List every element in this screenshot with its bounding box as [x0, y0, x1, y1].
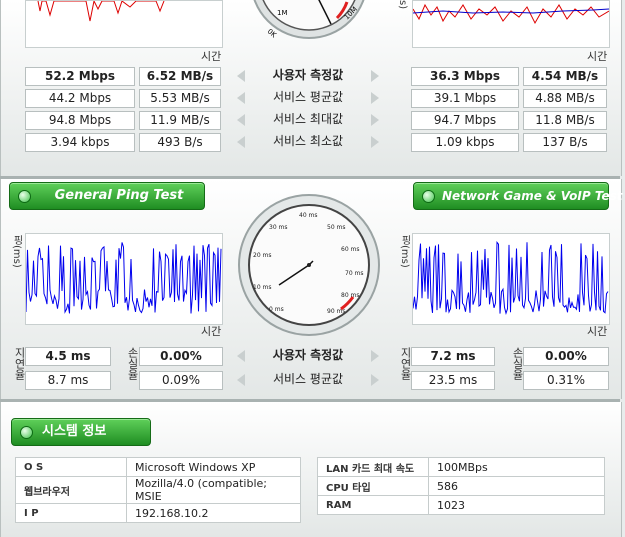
ping-left-loss-label: 손실율	[126, 347, 139, 380]
table-row: 웹브라우저 Mozilla/4.0 (compatible; MSIE	[15, 476, 301, 504]
browser-key: 웹브라우저	[15, 476, 127, 504]
ping-gauge-tick-40: 40 ms	[299, 212, 318, 219]
ping-gauge-tick-0: 0 ms	[269, 306, 284, 313]
general-ping-test-label: General Ping Test	[54, 188, 184, 203]
speed-gauge-svg: 0K 1M 10M	[253, 0, 365, 40]
speed-gauge-label-1m: 1M	[277, 9, 288, 17]
ping-right-latency-avg: 23.5 ms	[411, 371, 495, 390]
ping-right-latency-user: 7.2 ms	[411, 347, 495, 366]
ping-left-loss-avg: 0.09%	[139, 371, 223, 390]
speed-plot-left	[25, 0, 223, 48]
speed-left-max-mbs: 11.9 MB/s	[139, 111, 221, 130]
speed-left-min-mbs: 493 B/s	[139, 133, 221, 152]
table-row: O S Microsoft Windows XP	[15, 457, 301, 477]
cpu-value: 586	[428, 476, 605, 496]
speed-left-min-mbps: 3.94 kbps	[25, 133, 135, 152]
os-key: O S	[15, 457, 127, 477]
speed-label-min: 서비스 최소값	[237, 133, 379, 150]
ip-key: I P	[15, 503, 127, 523]
system-info-button[interactable]: 시스템 정보	[11, 418, 151, 446]
ping-gauge-tick-20: 20 ms	[253, 252, 272, 259]
table-row: CPU 타입 586	[317, 476, 605, 496]
ping-gauge-tick-70: 70 ms	[345, 270, 364, 277]
ping-left-latency-avg: 8.7 ms	[25, 371, 111, 390]
ping-trace-line	[412, 241, 609, 315]
speed-left-user-mbs: 6.52 MB/s	[139, 67, 221, 86]
lan-speed-key: LAN 카드 최대 속도	[317, 457, 429, 477]
ping-bullet-icon	[18, 190, 31, 203]
speed-left-avg-mbs: 5.53 MB/s	[139, 89, 221, 108]
speed-plot-right-svg	[412, 3, 610, 25]
table-row: I P 192.168.10.2	[15, 503, 301, 523]
ping-gauge-tick-50: 50 ms	[327, 224, 346, 231]
speed-section: 시간 s) 시간 0K 1M 10M 52.2 Mbps 6.52 MB/s 4…	[0, 0, 622, 176]
system-info-section: 시스템 정보 O S Microsoft Windows XP 웹브라우저 Mo…	[0, 402, 622, 537]
speed-plot-left-svg	[37, 0, 165, 22]
system-info-table-right: LAN 카드 최대 속도 100MBps CPU 타입 586 RAM 1023	[317, 457, 605, 515]
ping-time-label-left: 시간	[201, 325, 222, 338]
speed-label-avg: 서비스 평균값	[237, 89, 379, 106]
speed-gauge-label-0k: 0K	[266, 27, 278, 39]
lan-speed-value: 100MBps	[428, 457, 605, 477]
network-game-voip-test-button[interactable]: Network Game & VoIP Test	[413, 182, 623, 210]
speed-label-user: 사용자 측정값	[237, 67, 379, 84]
ping-section: General Ping Test Network Game & VoIP Te…	[0, 179, 623, 399]
speed-label-max: 서비스 최대값	[237, 111, 379, 128]
speed-right-avg-mbs: 4.88 MB/s	[523, 89, 607, 108]
network-game-voip-test-label: Network Game & VoIP Test	[442, 189, 623, 203]
ping-gauge-tick-60: 60 ms	[341, 246, 360, 253]
speed-left-user-mbps: 52.2 Mbps	[25, 67, 135, 86]
ping-gauge-tick-30: 30 ms	[269, 224, 288, 231]
speed-right-user-mbps: 36.3 Mbps	[411, 67, 519, 86]
ping-time-label-right: 시간	[587, 325, 608, 338]
system-info-label: 시스템 정보	[42, 424, 107, 439]
speed-right-avg-mbps: 39.1 Mbps	[411, 89, 519, 108]
ping-gauge-tick-10: 10 ms	[253, 284, 272, 291]
ping-plot-left	[25, 233, 223, 325]
speed-right-min-mbs: 137 B/s	[523, 133, 607, 152]
speed-time-label-right: 시간	[587, 50, 608, 63]
speed-left-max-mbps: 94.8 Mbps	[25, 111, 135, 130]
general-ping-test-button[interactable]: General Ping Test	[9, 182, 205, 210]
ping-plot-left-svg	[25, 242, 222, 314]
speed-right-user-mbs: 4.54 MB/s	[523, 67, 607, 86]
table-row: RAM 1023	[317, 495, 605, 515]
ram-value: 1023	[428, 495, 605, 515]
ping-plot-right	[412, 233, 610, 325]
speed-right-max-mbps: 94.7 Mbps	[411, 111, 519, 130]
system-info-table-left: O S Microsoft Windows XP 웹브라우저 Mozilla/4…	[15, 457, 301, 523]
system-info-bullet-icon	[20, 426, 33, 439]
cpu-key: CPU 타입	[317, 476, 429, 496]
speed-time-label-left: 시간	[201, 50, 222, 63]
speed-right-min-mbps: 1.09 kbps	[411, 133, 519, 152]
ping-label-user: 사용자 측정값	[237, 347, 379, 364]
speed-right-max-mbs: 11.8 MB/s	[523, 111, 607, 130]
ip-value: 192.168.10.2	[126, 503, 301, 523]
ram-key: RAM	[317, 495, 429, 515]
speed-plot-right	[412, 0, 610, 48]
ping-right-loss-avg: 0.31%	[523, 371, 609, 390]
ping-left-latency-user: 4.5 ms	[25, 347, 111, 366]
ping-trace-line	[25, 242, 222, 314]
ping-left-loss-user: 0.00%	[139, 347, 223, 366]
speed-y-label-right: s)	[397, 0, 408, 10]
ping-plot-right-svg	[412, 241, 609, 315]
voip-bullet-icon	[422, 190, 435, 203]
ping-label-avg: 서비스 평균값	[237, 371, 379, 388]
speed-left-avg-mbps: 44.2 Mbps	[25, 89, 135, 108]
os-value: Microsoft Windows XP	[126, 457, 301, 477]
speed-gauge: 0K 1M 10M	[239, 0, 379, 44]
ping-y-label-right: 핑(ms)	[399, 235, 410, 268]
table-row: LAN 카드 최대 속도 100MBps	[317, 457, 605, 477]
ping-gauge-tick-90: 90 ms	[327, 308, 346, 315]
ping-gauge: 0 ms 10 ms 20 ms 30 ms 40 ms 50 ms 60 ms…	[237, 193, 381, 341]
ping-gauge-svg: 0 ms 10 ms 20 ms 30 ms 40 ms 50 ms 60 ms…	[238, 194, 380, 336]
ping-right-loss-user: 0.00%	[523, 347, 609, 366]
browser-value: Mozilla/4.0 (compatible; MSIE	[126, 476, 301, 504]
ping-gauge-tick-80: 80 ms	[341, 292, 360, 299]
ping-y-label-left: 핑(ms)	[11, 235, 22, 268]
